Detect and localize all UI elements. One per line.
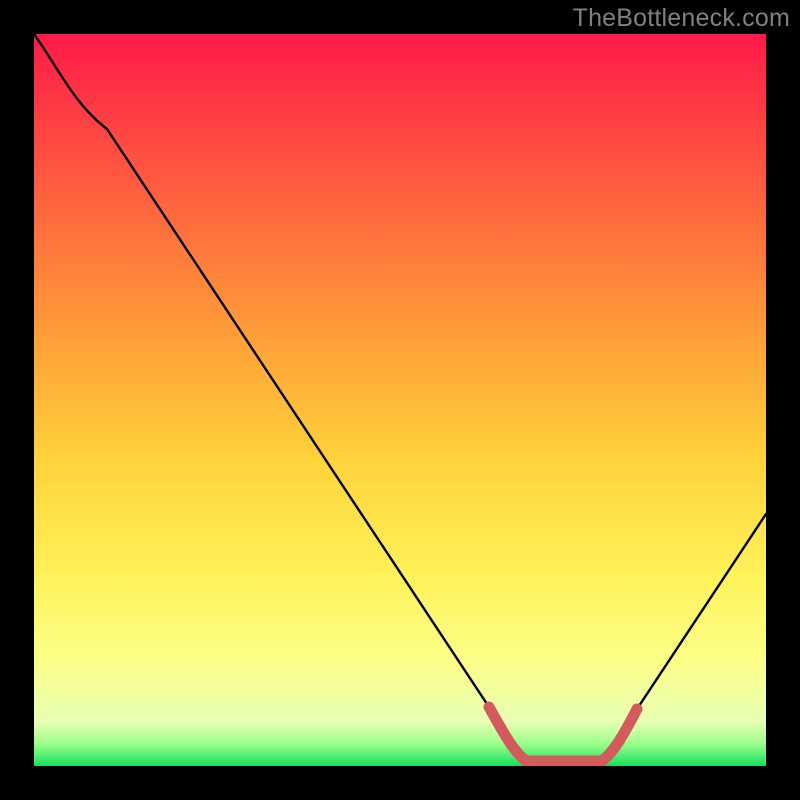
gradient-background: [34, 34, 766, 766]
chart-frame: TheBottleneck.com: [0, 0, 800, 800]
chart-svg: [34, 34, 766, 766]
watermark-text: TheBottleneck.com: [573, 4, 790, 33]
plot-area: [34, 34, 766, 766]
